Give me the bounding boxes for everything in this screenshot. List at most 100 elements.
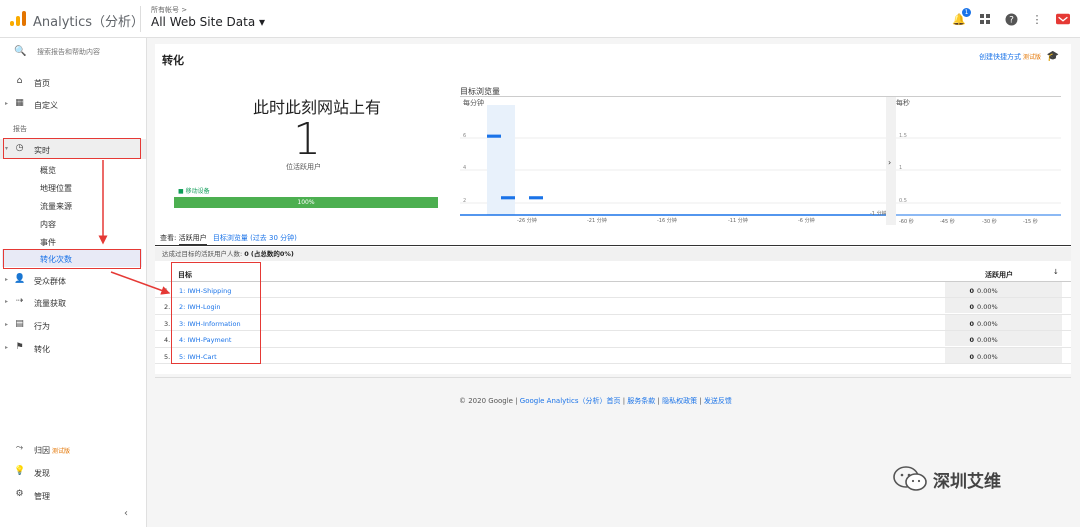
person-icon: 👤 bbox=[14, 274, 26, 284]
active-users-pct: 0.00% bbox=[977, 352, 998, 361]
highlight-conversions bbox=[3, 249, 141, 269]
sidebar-item-admin[interactable]: ⚙ 管理 bbox=[0, 485, 146, 505]
sidebar-item-label: 发现 bbox=[34, 469, 50, 478]
sidebar-item-label: 转化 bbox=[34, 345, 50, 354]
sidebar-item-conversions[interactable]: ▸ ⚑ 转化 bbox=[0, 338, 146, 358]
per-minute-label: 每分钟 bbox=[463, 98, 484, 107]
summary-row: 达成过目标的活跃用户人数: 0 (占总数的0%) bbox=[155, 247, 1071, 261]
sidebar-item-acquisition[interactable]: ▸ ⇢ 流量获取 bbox=[0, 292, 146, 312]
x-tick-label: -60 秒 bbox=[899, 218, 914, 225]
active-users-value: 0 bbox=[969, 352, 974, 361]
view-label: 查看: bbox=[160, 234, 177, 242]
sidebar-search[interactable]: 🔍 搜索报告和帮助内容 bbox=[0, 38, 146, 66]
active-users-value: 0 bbox=[969, 287, 974, 295]
more-vert-icon[interactable]: ⋮ bbox=[1030, 12, 1044, 26]
home-icon: ⌂ bbox=[16, 76, 23, 86]
gear-icon: ⚙ bbox=[15, 489, 24, 499]
active-users-value: 0 bbox=[969, 336, 974, 345]
highlight-goals bbox=[171, 262, 261, 364]
active-users-value: 0 bbox=[969, 303, 974, 312]
table-header: 目标 活跃用户 ↓ bbox=[155, 264, 1071, 282]
reports-section-label: 报告 bbox=[13, 125, 27, 133]
active-users-pct: 0.00% bbox=[977, 319, 998, 328]
footer-link-feedback[interactable]: 发送反馈 bbox=[704, 397, 732, 405]
behavior-icon: ▤ bbox=[15, 319, 24, 329]
sidebar-subitem-content[interactable]: 内容 bbox=[40, 219, 56, 230]
top-bar: Analytics（分析） 所有帐号 > All Web Site Data ▾… bbox=[0, 0, 1080, 38]
goal-views-chart: 每分钟 每秒 6 4 2 -26 分钟 -21 分钟 -16 分钟 -11 分钟… bbox=[460, 97, 1061, 225]
app-title[interactable]: Analytics（分析） bbox=[33, 11, 144, 30]
apps-grid-icon[interactable] bbox=[978, 12, 992, 26]
y-tick-label: 1.5 bbox=[899, 133, 907, 139]
property-selector[interactable]: All Web Site Data ▾ bbox=[151, 15, 265, 29]
footer-link-home[interactable]: Google Analytics（分析）首页 bbox=[520, 397, 621, 405]
watermark-text: 深圳艾维 bbox=[933, 471, 1001, 492]
acquisition-icon: ⇢ bbox=[15, 296, 24, 306]
analytics-logo-icon[interactable] bbox=[10, 11, 26, 26]
help-icon[interactable]: ? bbox=[1004, 12, 1018, 26]
sidebar-item-attribution[interactable]: ⤳ 归因 测试版 bbox=[0, 439, 146, 459]
beta-badge: 测试版 bbox=[1022, 54, 1041, 61]
caret-right-icon: ▸ bbox=[5, 100, 9, 107]
x-tick-label: -21 分钟 bbox=[587, 217, 607, 224]
sort-arrow-icon[interactable]: ↓ bbox=[1053, 268, 1059, 276]
lightbulb-icon: 💡 bbox=[14, 466, 26, 476]
goals-table: 目标 活跃用户 ↓ 1. 1: IWH-Shipping 0 0.00% 2. 2: IW… bbox=[155, 264, 1071, 364]
summary-pct: (占总数的0%) bbox=[250, 250, 294, 258]
create-shortcut-link[interactable]: 创建快捷方式 测试版 bbox=[979, 52, 1041, 62]
sidebar-subitem-events[interactable]: 事件 bbox=[40, 237, 56, 248]
main-content: 转化 创建快捷方式 测试版 🎓 此时此刻网站上有 1 位活跃用户 ■ 移动设备 1… bbox=[147, 38, 1080, 527]
top-icons: 🔔 1 ? ⋮ bbox=[952, 8, 1070, 29]
table-row: 4. 4: IWH-Payment 0 0.00% bbox=[155, 331, 1071, 348]
table-row: 3. 3: IWH-Information 0 0.00% bbox=[155, 314, 1071, 332]
education-cap-icon[interactable]: 🎓 bbox=[1047, 51, 1059, 62]
sidebar-item-behavior[interactable]: ▸ ▤ 行为 bbox=[0, 315, 146, 335]
sidebar-subitem-traffic-sources[interactable]: 流量来源 bbox=[40, 201, 72, 212]
active-user-label: 位活跃用户 bbox=[286, 163, 321, 171]
bar-top bbox=[501, 196, 515, 200]
sidebar-item-audience[interactable]: ▸ 👤 受众群体 bbox=[0, 270, 146, 290]
sidebar-item-label: 归因 bbox=[34, 446, 50, 455]
summary-count: 0 bbox=[244, 250, 249, 258]
footer-link-privacy[interactable]: 隐私权政策 bbox=[662, 397, 697, 405]
bar-background bbox=[557, 105, 571, 215]
sidebar-item-discover[interactable]: 💡 发现 bbox=[0, 462, 146, 482]
per-second-label: 每秒 bbox=[896, 98, 910, 107]
flag-icon: ⚑ bbox=[15, 342, 24, 352]
sidebar-item-home[interactable]: ⌂ 首页 bbox=[0, 72, 146, 92]
x-tick-label: -26 分钟 bbox=[517, 217, 537, 224]
account-breadcrumb[interactable]: 所有帐号 > bbox=[151, 5, 187, 15]
account-avatar-icon[interactable] bbox=[1056, 12, 1070, 26]
caret-right-icon: ▸ bbox=[5, 321, 9, 328]
sidebar-item-label: 行为 bbox=[34, 322, 50, 331]
active-user-count: 1 bbox=[293, 114, 321, 165]
row-number: 3. bbox=[164, 319, 171, 328]
row-number: 2. bbox=[164, 303, 171, 312]
sidebar-subitem-overview[interactable]: 概览 bbox=[40, 165, 56, 176]
shortcut-label: 创建快捷方式 bbox=[978, 53, 1021, 61]
y-tick-label: 0.5 bbox=[899, 198, 907, 204]
y-tick-label: 4 bbox=[463, 165, 466, 171]
footer-link-terms[interactable]: 服务条款 bbox=[627, 397, 655, 405]
page-title: 转化 bbox=[162, 54, 184, 67]
x-tick-label: -30 秒 bbox=[982, 218, 997, 225]
notification-bell-icon[interactable]: 🔔 1 bbox=[952, 8, 971, 26]
watermark: 深圳艾维 bbox=[893, 465, 1001, 493]
tab-goal-views[interactable]: 目标浏览量 bbox=[213, 234, 248, 242]
bar-top bbox=[529, 196, 543, 200]
x-tick-label: -16 分钟 bbox=[657, 217, 677, 224]
col-active-users[interactable]: 活跃用户 bbox=[985, 270, 1013, 280]
dashboard-icon: ▦ bbox=[15, 98, 24, 108]
bar-background bbox=[543, 105, 557, 215]
sidebar-subitem-locations[interactable]: 地理位置 bbox=[40, 183, 72, 194]
search-input[interactable]: 搜索报告和帮助内容 bbox=[37, 47, 100, 57]
collapse-sidebar-icon[interactable]: ‹ bbox=[124, 508, 128, 519]
svg-text:?: ? bbox=[1009, 15, 1014, 25]
x-tick-label: -45 秒 bbox=[940, 218, 955, 225]
caret-right-icon: ▸ bbox=[5, 276, 9, 283]
copyright: © 2020 Google bbox=[459, 397, 513, 405]
table-row: 1. 1: IWH-Shipping 0 0.00% bbox=[155, 282, 1071, 299]
sidebar-item-custom[interactable]: ▸ ▦ 自定义 bbox=[0, 94, 146, 114]
x-tick-label: -1 分钟 bbox=[870, 210, 887, 217]
bar-background bbox=[487, 105, 501, 215]
